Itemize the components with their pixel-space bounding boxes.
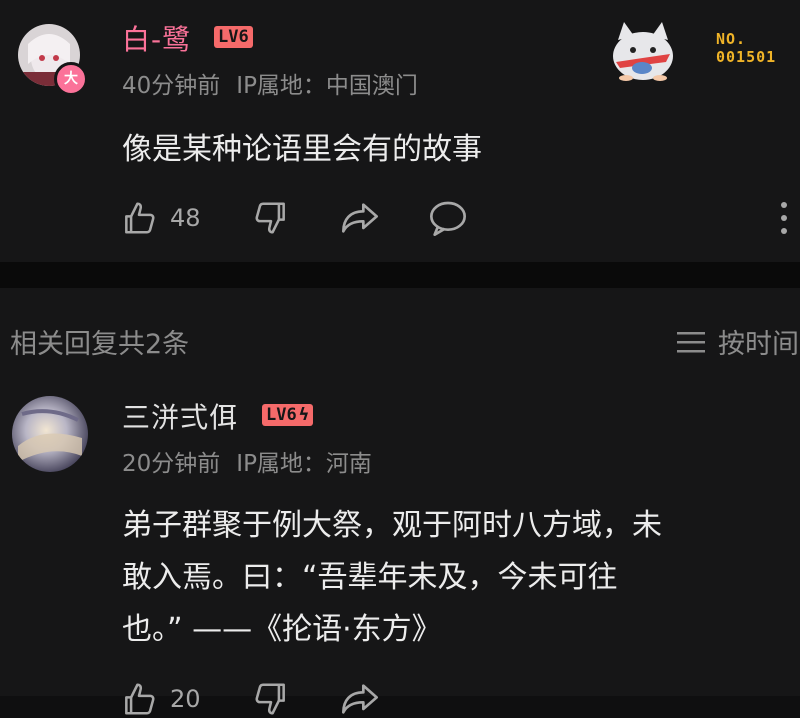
comment-meta-1: 40分钟前 IP属地：中国澳门 (122, 66, 434, 100)
sort-toggle[interactable]: 按时间 (676, 322, 799, 361)
username-2[interactable]: 三洴弍佴 (122, 396, 238, 436)
lightning-icon: ϟ (298, 405, 309, 425)
section-divider (0, 262, 800, 288)
comment-ip-2: IP属地：河南 (236, 451, 372, 477)
fan-badge: NO. 001501 (716, 30, 776, 66)
comment-time-2: 20分钟前 (122, 451, 221, 477)
share-icon (342, 684, 378, 714)
sort-label: 按时间 (718, 329, 799, 360)
comment-time-1: 40分钟前 (122, 73, 221, 99)
comment-text-2-line: 也。” ——《抡语·东方》 (122, 612, 442, 647)
comment-text-2-line: 敢入焉。曰：“吾辈年未及，今未可往 (122, 560, 618, 595)
replies-count-header: 相关回复共2条 (10, 329, 190, 360)
dislike-button-1[interactable] (252, 199, 290, 237)
comment-text-2-line: 弟子群聚于例大祭，观于阿时八方域，未 (122, 508, 662, 543)
more-options-button-1[interactable] (780, 202, 788, 241)
like-button-2[interactable]: 20 (120, 680, 201, 718)
share-button-1[interactable] (340, 201, 380, 235)
share-icon (342, 203, 378, 233)
like-count-2: 20 (170, 685, 201, 713)
comment-text-2: 弟子群聚于例大祭，观于阿时八方域，未 敢入焉。曰：“吾辈年未及，今未可往 也。”… (122, 500, 792, 656)
like-count-1: 48 (170, 204, 201, 232)
dislike-button-2[interactable] (252, 680, 290, 718)
comment-text-1: 像是某种论语里会有的故事 (122, 132, 482, 167)
user-avatar-2[interactable] (12, 396, 88, 472)
level-badge-1: LV6 (214, 26, 253, 48)
fan-badge-label: NO. (716, 30, 747, 48)
level-badge-2: LV6 ϟ (262, 404, 313, 426)
like-button-1[interactable]: 48 (120, 199, 201, 237)
more-vertical-icon (780, 202, 788, 234)
thumbs-down-icon (255, 683, 285, 715)
avatar-badge: 大 (54, 62, 88, 96)
comment-icon (430, 201, 466, 236)
mascot-decoration-icon (606, 18, 680, 82)
comment-ip-1: IP属地：中国澳门 (236, 73, 418, 99)
fan-badge-number: 001501 (716, 48, 777, 66)
thumbs-up-icon (125, 683, 155, 715)
comment-meta-2: 20分钟前 IP属地：河南 (122, 444, 388, 478)
thumbs-down-icon (255, 202, 285, 234)
thumbs-up-icon (125, 202, 155, 234)
share-button-2[interactable] (340, 682, 380, 716)
level-badge-2-text: LV6 (266, 405, 297, 425)
reply-button-1[interactable] (428, 199, 468, 237)
sort-icon (677, 331, 705, 352)
username-1[interactable]: 白-鹭 (122, 18, 191, 58)
